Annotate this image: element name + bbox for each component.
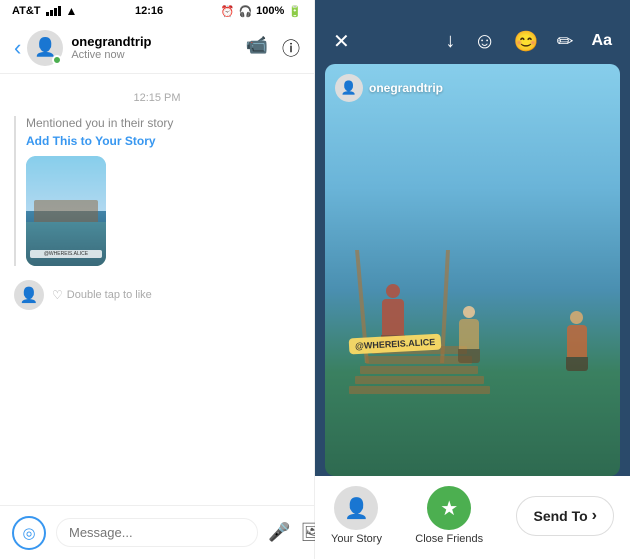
dock-step-2: [355, 376, 485, 384]
person-silhouette-3: [563, 311, 591, 369]
camera-button[interactable]: ◎: [12, 516, 46, 550]
mention-box: Mentioned you in their story Add This to…: [14, 116, 300, 266]
close-friends-icon: ★: [427, 486, 471, 530]
active-dot: [52, 55, 62, 65]
person-silhouette-2: [455, 306, 483, 361]
signal-bar-4: [58, 6, 61, 16]
signal-bar-3: [54, 8, 57, 16]
your-story-label: Your Story: [331, 533, 382, 545]
close-friends-option[interactable]: ★ Close Friends: [415, 486, 483, 545]
send-to-label: Send To: [533, 508, 587, 524]
story-top-icons-right: ↓ ☺ 😊 ✏ Aa: [445, 28, 612, 54]
add-story-link[interactable]: Add This to Your Story: [26, 134, 300, 148]
story-preview-inner: @WHEREIS.ALICE: [26, 156, 106, 266]
receiver-row: 👤 ♡ Double tap to like: [14, 280, 300, 310]
right-panel: ✕ ↓ ☺ 😊 ✏ Aa 👤 onegrandtrip: [315, 0, 630, 559]
dock-step-1: [349, 386, 491, 394]
close-icon[interactable]: ✕: [333, 29, 350, 54]
sticker-icon[interactable]: 😊: [514, 29, 539, 54]
your-story-icon: 👤: [334, 486, 378, 530]
star-icon: ★: [440, 496, 458, 521]
alarm-icon: ⏰: [221, 5, 235, 18]
story-bottom-bar: 👤 Your Story ★ Close Friends Send To ›: [315, 476, 630, 559]
chat-input-bar: ◎ 🎤 🖼 ⊕: [0, 505, 314, 559]
time-label: 12:16: [135, 5, 163, 17]
story-username: onegrandtrip: [369, 81, 443, 95]
header-icons: 📹 ⓘ: [246, 35, 300, 61]
send-chevron-icon: ›: [592, 507, 597, 525]
receiver-person-icon: 👤: [20, 286, 39, 304]
contact-name: onegrandtrip: [71, 34, 245, 49]
back-button[interactable]: ‹: [14, 35, 21, 61]
dock-step-3: [360, 366, 478, 374]
status-bar: AT&T ▲ 12:16 ⏰ 🎧 100% 🔋: [0, 0, 314, 22]
story-user-tag: 👤 onegrandtrip: [335, 74, 443, 102]
status-right: ⏰ 🎧 100% 🔋: [221, 5, 302, 18]
emoji-add-icon[interactable]: ☺: [473, 28, 495, 54]
info-icon[interactable]: ⓘ: [282, 35, 300, 61]
receiver-avatar: 👤: [14, 280, 44, 310]
carrier-label: AT&T: [12, 5, 41, 17]
send-to-button[interactable]: Send To ›: [516, 496, 614, 536]
contact-avatar-wrap: 👤: [27, 30, 63, 66]
preview-water: [26, 222, 106, 266]
draw-icon[interactable]: ✏: [557, 29, 574, 54]
your-story-option[interactable]: 👤 Your Story: [331, 486, 382, 545]
video-call-icon[interactable]: 📹: [246, 35, 268, 61]
avatar-person-icon: 👤: [34, 37, 56, 58]
mention-text: Mentioned you in their story: [26, 116, 300, 130]
battery-icon: 🔋: [288, 5, 302, 18]
wifi-icon: ▲: [66, 4, 78, 18]
contact-status: Active now: [71, 49, 245, 61]
chat-header: ‹ 👤 onegrandtrip Active now 📹 ⓘ: [0, 22, 314, 74]
signal-bars: [46, 6, 61, 16]
text-icon[interactable]: Aa: [592, 32, 612, 50]
story-avatar-person-icon: 👤: [341, 80, 357, 96]
close-friends-label: Close Friends: [415, 533, 483, 545]
message-timestamp: 12:15 PM: [14, 92, 300, 104]
story-content: 👤 onegrandtrip @WHEREIS.ALICE: [325, 64, 620, 476]
status-left: AT&T ▲: [12, 4, 77, 18]
preview-label: @WHEREIS.ALICE: [30, 250, 102, 258]
signal-bar-2: [50, 10, 53, 16]
double-tap-hint: ♡ Double tap to like: [52, 288, 152, 302]
story-preview-thumbnail[interactable]: @WHEREIS.ALICE: [26, 156, 106, 266]
heart-icon: ♡: [52, 288, 63, 302]
download-icon[interactable]: ↓: [445, 30, 455, 53]
story-top-bar: ✕ ↓ ☺ 😊 ✏ Aa: [315, 0, 630, 64]
chat-body: 12:15 PM Mentioned you in their story Ad…: [0, 74, 314, 505]
battery-label: 100%: [256, 5, 284, 17]
signal-bar-1: [46, 12, 49, 16]
headphone-icon: 🎧: [238, 5, 252, 18]
left-panel: AT&T ▲ 12:16 ⏰ 🎧 100% 🔋 ‹ 👤 onegra: [0, 0, 315, 559]
mic-icon[interactable]: 🎤: [268, 522, 290, 543]
contact-info: onegrandtrip Active now: [71, 34, 245, 61]
mention-sticker-label: @WHEREIS.ALICE: [354, 337, 435, 351]
message-input[interactable]: [56, 518, 258, 547]
story-user-avatar: 👤: [335, 74, 363, 102]
camera-icon: ◎: [22, 524, 35, 542]
your-story-avatar-icon: 👤: [344, 496, 369, 521]
double-tap-label: Double tap to like: [67, 289, 152, 301]
